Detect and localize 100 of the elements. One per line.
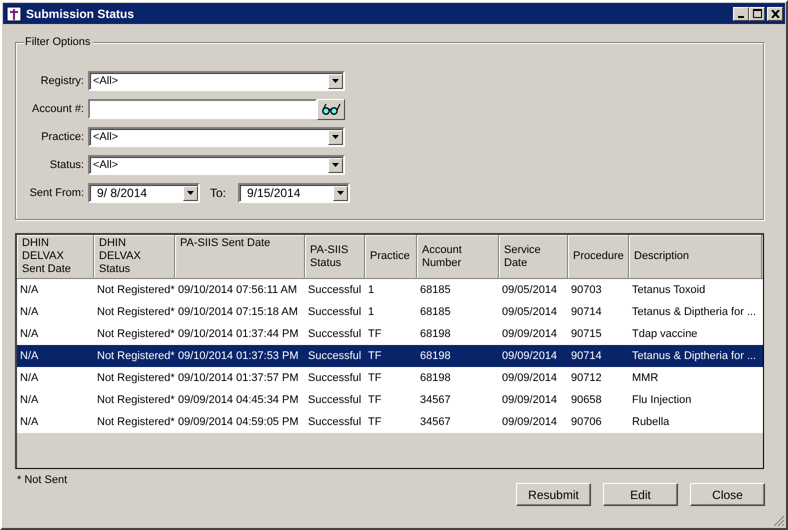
dialog-button[interactable]: Edit	[603, 483, 678, 506]
table-cell-text: 68185	[419, 305, 452, 320]
table-cell-text: Tetanus Toxoid	[631, 283, 706, 298]
column-header[interactable]: Practice	[365, 235, 417, 278]
table-cell-text: Not Registered*	[96, 305, 175, 320]
date-picker[interactable]: 9/15/2014	[238, 183, 350, 203]
resize-grip-icon	[773, 515, 785, 527]
column-header[interactable]: Service Date	[499, 235, 568, 278]
table-cell-text: 90715	[570, 327, 603, 342]
table-cell-text: 68198	[419, 349, 452, 364]
table-cell-text: 68198	[419, 327, 452, 342]
table-cell-text: Successful	[307, 349, 362, 364]
minimize-button[interactable]	[733, 6, 749, 20]
table-row[interactable]: N/A Not Registered* 09/10/2014 01:37:57 PM Successful TF 68198 09/09/2014 90712 MMR	[17, 367, 763, 389]
minimize-icon	[738, 16, 744, 18]
status-dropdown[interactable]: <All>	[88, 155, 345, 175]
table-cell-text: Successful	[307, 371, 362, 386]
table-row[interactable]: N/A Not Registered* 09/10/2014 07:15:18 AM Successful 1 68185 09/05/2014 90714 Tetanus & Diptheria for ...	[17, 301, 763, 323]
field-label: To:	[210, 186, 226, 200]
table-cell-text: 09/09/2014 04:45:34 PM	[177, 393, 300, 408]
table-cell-text: N/A	[19, 393, 40, 408]
table-row[interactable]: N/A Not Registered* 09/09/2014 04:59:05 PM Successful TF 34567 09/09/2014 90706 Rubella	[17, 411, 763, 433]
table-cell-text: Successful	[307, 305, 362, 320]
column-header[interactable]: PA-SIIS Status	[305, 235, 365, 278]
caret-icon	[332, 79, 339, 83]
column-header[interactable]: Description	[629, 235, 762, 278]
table-cell-text: Successful	[307, 283, 362, 298]
close-icon	[770, 10, 780, 18]
table-cell-text: Successful	[307, 415, 362, 430]
close-button[interactable]	[767, 6, 783, 20]
table-cell-text: N/A	[19, 371, 40, 386]
table-row[interactable]: N/A Not Registered* 09/10/2014 07:56:11 AM Successful 1 68185 09/05/2014 90703 Tetanus Toxoid	[17, 279, 763, 301]
table-cell-text: 09/05/2014	[501, 305, 558, 320]
field-label: Sent From:	[28, 187, 84, 199]
table-cell-text: Successful	[307, 327, 362, 342]
column-header[interactable]: Procedure	[568, 235, 629, 278]
table-cell-text: 09/10/2014 01:37:44 PM	[177, 327, 300, 342]
search-button[interactable]	[317, 98, 345, 120]
caret-icon	[337, 191, 344, 195]
table-cell-text: 34567	[419, 415, 452, 430]
table-cell-text: 09/05/2014	[501, 283, 558, 298]
table-cell-text: Not Registered*	[96, 415, 175, 430]
table-cell-text: Not Registered*	[96, 371, 175, 386]
table-cell-text: N/A	[19, 415, 40, 430]
table-row[interactable]: N/A Not Registered* 09/10/2014 01:37:53 PM Successful TF 68198 09/09/2014 90714 Tetanus & Diptheria for ...	[17, 345, 763, 367]
table-cell-text: Not Registered*	[96, 283, 175, 298]
table-cell-text: 09/10/2014 01:37:53 PM	[177, 349, 300, 364]
column-header[interactable]: DHIN DELVAX Sent Date	[17, 235, 94, 278]
table-cell-text: 34567	[419, 393, 452, 408]
table-cell-text: TF	[367, 371, 382, 386]
practice-dropdown[interactable]: <All>	[88, 127, 345, 147]
table-cell-text: Tetanus & Diptheria for ...	[631, 305, 758, 320]
table-cell-text: Tetanus & Diptheria for ...	[631, 349, 758, 364]
table-cell-text: Not Registered*	[96, 327, 175, 342]
table-cell-text: N/A	[19, 305, 40, 320]
table-cell-text: Tdap vaccine	[631, 327, 698, 342]
dialog-button[interactable]: Resubmit	[516, 483, 591, 506]
table-cell-text: 68198	[419, 371, 452, 386]
table-cell-text: 90658	[570, 393, 603, 408]
column-header[interactable]: PA-SIIS Sent Date	[175, 235, 305, 278]
field-label: Account #:	[31, 103, 84, 115]
registry-dropdown[interactable]: <All>	[88, 71, 345, 91]
table-cell-text: 90714	[570, 349, 603, 364]
table-cell-text: 09/10/2014 07:15:18 AM	[177, 305, 299, 320]
column-header[interactable]: DHIN DELVAX Status	[94, 235, 175, 278]
cross-icon	[7, 6, 21, 20]
table-cell-text: Not Registered*	[96, 393, 175, 408]
account-field[interactable]	[88, 99, 317, 119]
table-cell-text: 1	[367, 305, 376, 320]
table-cell-text: Successful	[307, 393, 362, 408]
table-cell-text: Rubella	[631, 415, 670, 430]
table-row[interactable]: N/A Not Registered* 09/10/2014 01:37:44 PM Successful TF 68198 09/09/2014 90715 Tdap vaccine	[17, 323, 763, 345]
table-row[interactable]: N/A Not Registered* 09/09/2014 04:45:34 PM Successful TF 34567 09/09/2014 90658 Flu Injection	[17, 389, 763, 411]
dialog-button[interactable]: Close	[690, 483, 765, 506]
table-cell-text: 1	[367, 283, 376, 298]
group-legend: Filter Options	[24, 36, 94, 48]
table-cell-text: N/A	[19, 327, 40, 342]
caret-icon	[332, 163, 339, 167]
table-cell-text: Not Registered*	[96, 349, 175, 364]
table-cell-text: MMR	[631, 371, 660, 386]
table-cell-text: 09/10/2014 01:37:57 PM	[177, 371, 300, 386]
caret-icon	[332, 135, 339, 139]
table-cell-text: TF	[367, 415, 382, 430]
table-cell-text: 09/09/2014	[501, 371, 558, 386]
table-cell-text: 09/09/2014	[501, 349, 558, 364]
table-cell-text: TF	[367, 349, 382, 364]
table-cell-text: Flu Injection	[631, 393, 692, 408]
table-cell-text: TF	[367, 327, 382, 342]
maximize-button[interactable]	[749, 6, 765, 20]
table-cell-text: N/A	[19, 349, 40, 364]
table-cell-text: N/A	[19, 283, 40, 298]
column-header[interactable]: Account Number	[417, 235, 499, 278]
table-cell-text: 68185	[419, 283, 452, 298]
table-cell-text: 90712	[570, 371, 603, 386]
table-cell-text: 09/09/2014	[501, 327, 558, 342]
field-label: Status:	[48, 159, 84, 171]
table-cell-text: 09/10/2014 07:56:11 AM	[177, 283, 298, 298]
table-cell-text: 09/09/2014 04:59:05 PM	[177, 415, 300, 430]
table-cell-text: 90706	[570, 415, 603, 430]
date-picker[interactable]: 9/ 8/2014	[88, 183, 200, 203]
